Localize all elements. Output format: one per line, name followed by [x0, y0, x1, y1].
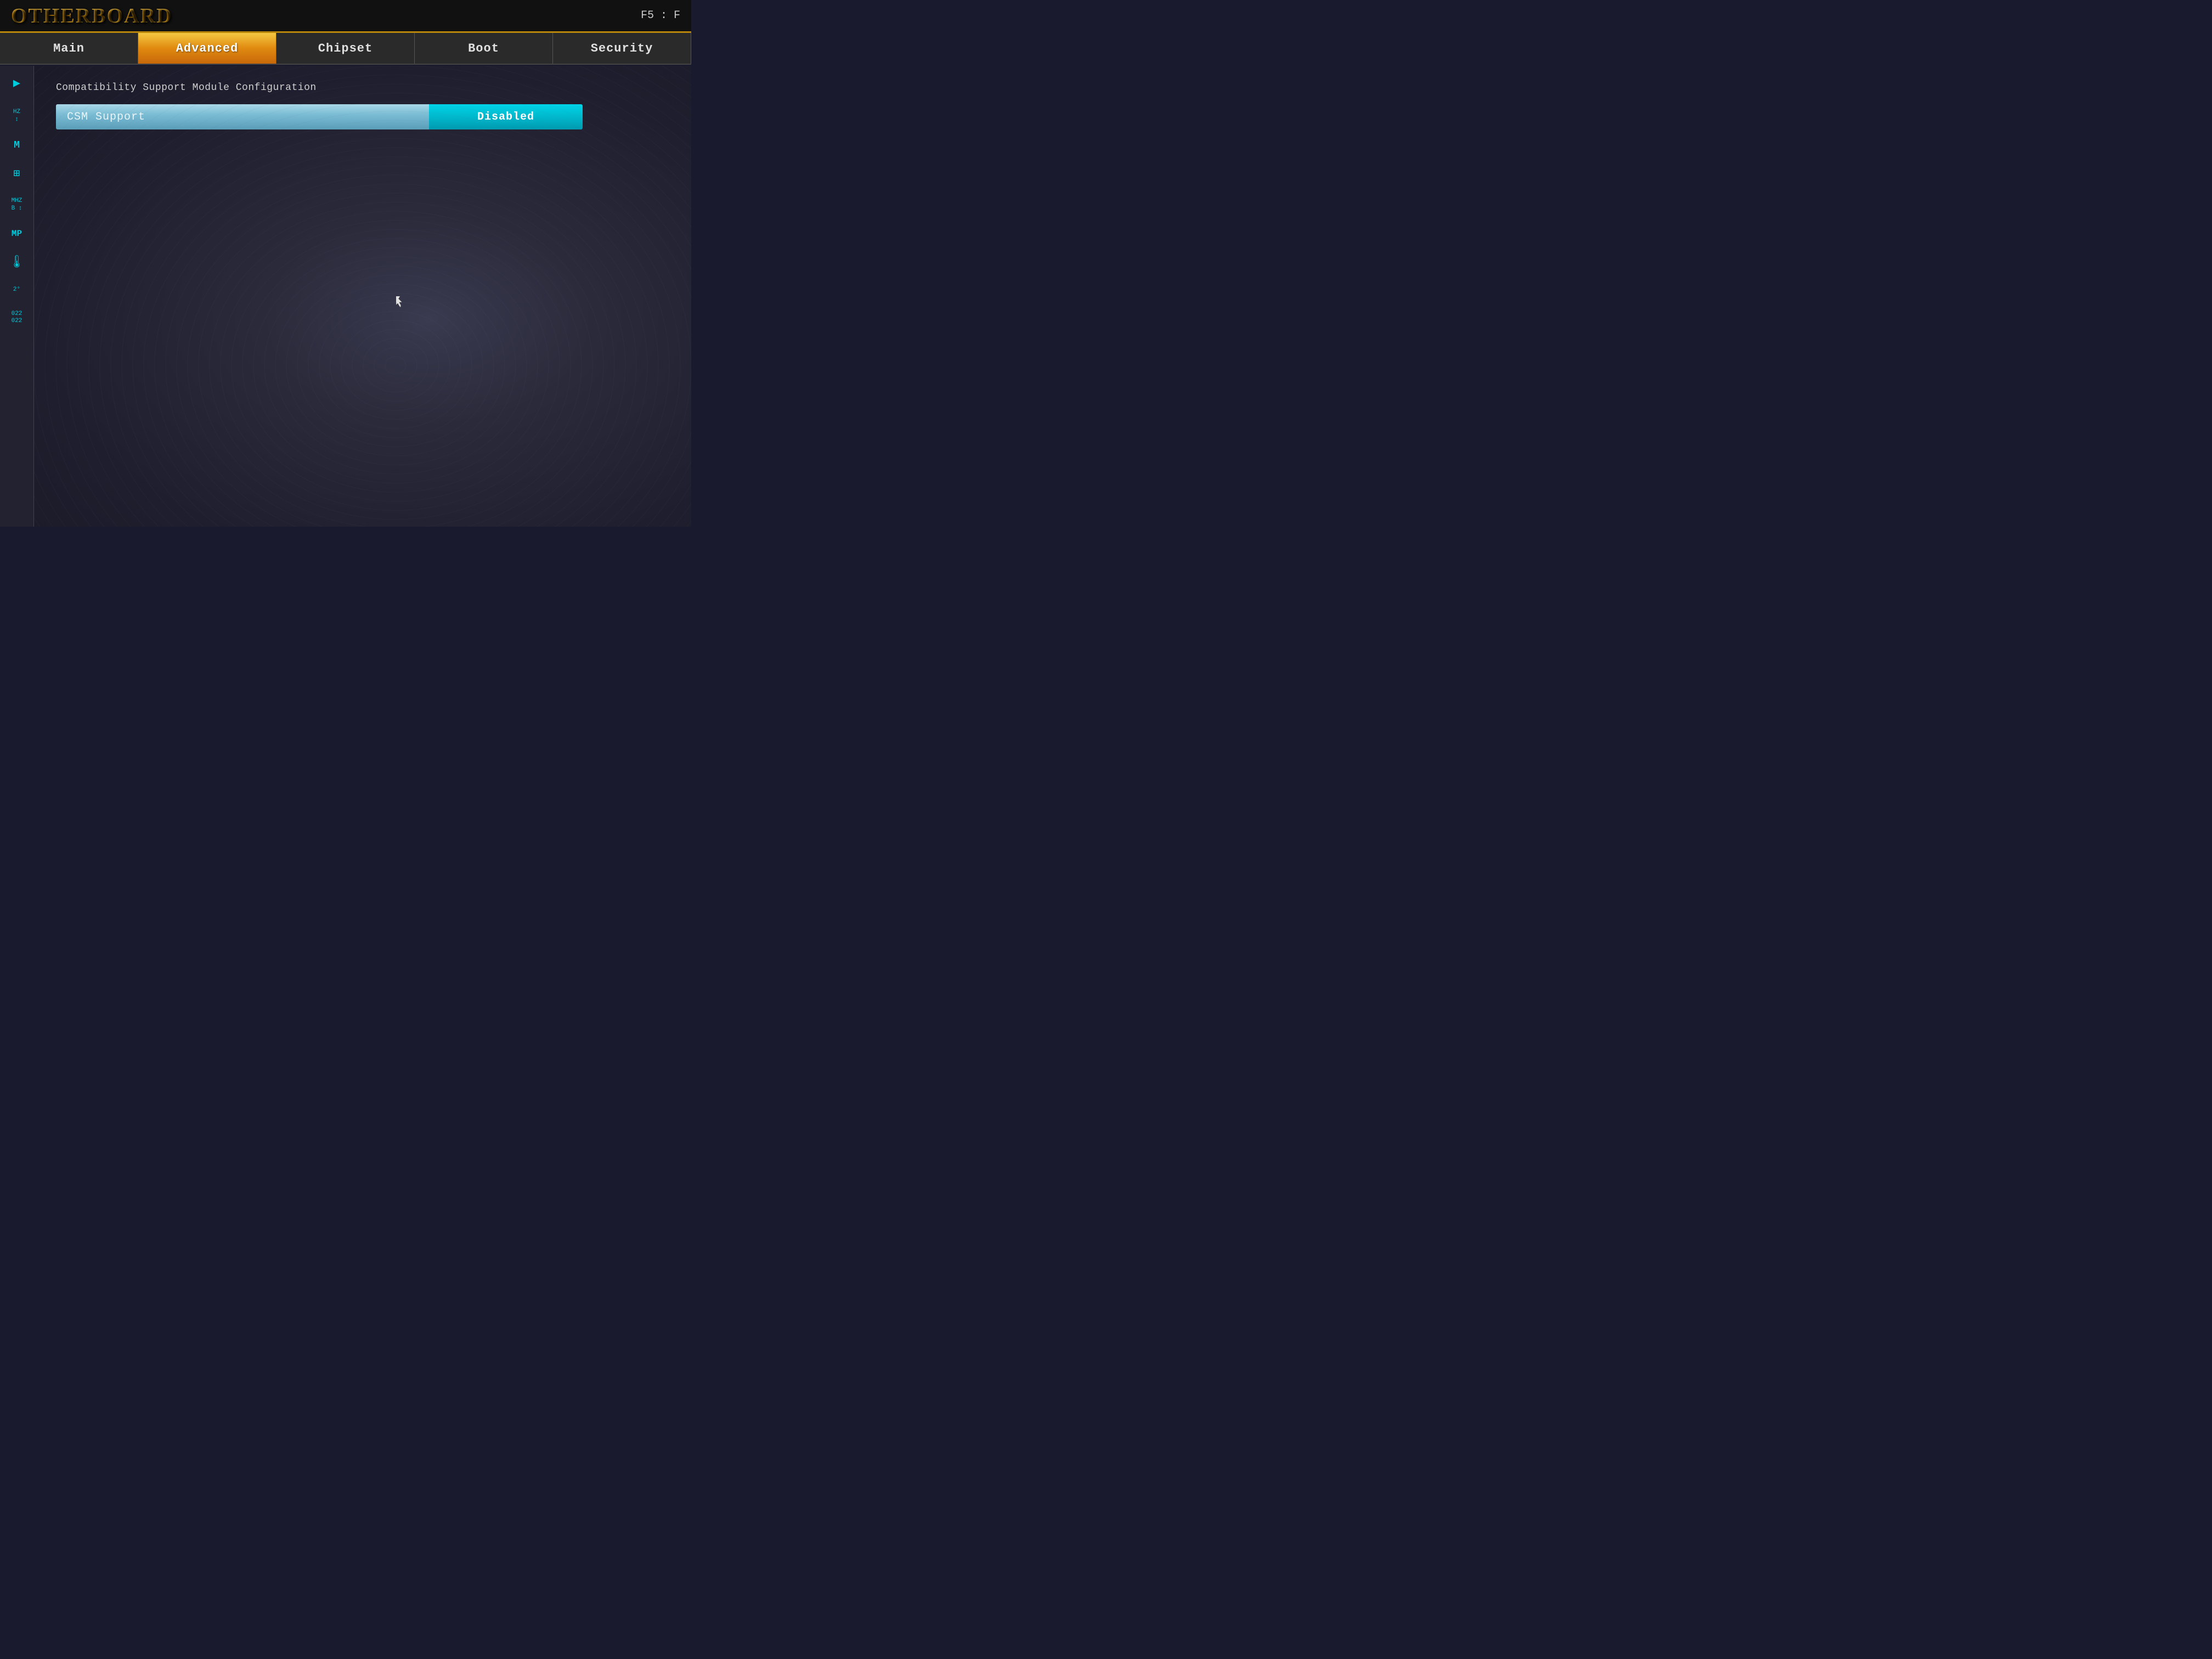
csm-support-label: CSM Support — [56, 104, 429, 129]
sidebar-item-temp: 🌡 — [9, 256, 25, 270]
header-shortcut: F5 : F — [641, 9, 680, 22]
sidebar-item-1: ▶ — [13, 77, 20, 92]
arrow-icon: ▶ — [13, 77, 20, 91]
m-label: M — [14, 140, 20, 151]
mp-label: MP — [12, 229, 22, 239]
header-bar: OTHERBOARD F5 : F — [0, 0, 691, 33]
logo-text: OTHERBOARD — [11, 4, 172, 28]
csm-row: CSM Support Disabled — [56, 104, 659, 129]
sidebar-item-2deg: 2° — [13, 286, 20, 294]
tab-main[interactable]: Main — [0, 33, 138, 64]
csm-support-value[interactable]: Disabled — [429, 104, 583, 129]
thermometer-icon: 🌡 — [9, 256, 25, 269]
tab-bar: Main Advanced Chipset Boot Security — [0, 33, 691, 65]
mouse-cursor — [396, 296, 404, 306]
grid-icon: ⊞ — [13, 168, 20, 180]
section-title: Compatibility Support Module Configurati… — [56, 82, 669, 93]
tab-boot[interactable]: Boot — [415, 33, 553, 64]
sidebar-item-hz: HZ↕ — [13, 109, 20, 123]
sidebar-item-grid: ⊞ — [13, 168, 20, 181]
tab-chipset[interactable]: Chipset — [276, 33, 415, 64]
sidebar-item-022: 022022 — [12, 311, 22, 325]
sidebar-item-mp: MP — [12, 229, 22, 239]
tab-advanced[interactable]: Advanced — [138, 33, 276, 64]
num-label: 022022 — [12, 311, 22, 324]
mhz-label: MHZB ↕ — [12, 198, 22, 211]
degree-label: 2° — [13, 286, 20, 293]
main-content: Compatibility Support Module Configurati… — [34, 66, 691, 527]
sidebar-item-mhz: MHZB ↕ — [12, 198, 22, 212]
sidebar: ▶ HZ↕ M ⊞ MHZB ↕ MP 🌡 2° 022022 — [0, 66, 34, 527]
sidebar-item-m: M — [14, 140, 20, 152]
tab-security[interactable]: Security — [553, 33, 691, 64]
hz-label: HZ↕ — [13, 109, 20, 122]
